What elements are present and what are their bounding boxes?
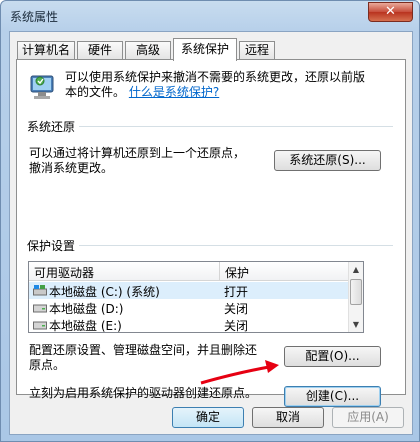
apply-button: 应用(A): [332, 407, 404, 428]
drive-list-header: 可用驱动器 保护: [29, 262, 363, 281]
drive-row-c[interactable]: 本地磁盘 (C:) (系统) 打开: [29, 282, 349, 299]
cancel-button[interactable]: 取消: [252, 407, 324, 428]
tab-hardware[interactable]: 硬件: [77, 41, 123, 60]
close-icon: ✕: [385, 4, 396, 19]
drive-name: 本地磁盘 (D:): [49, 302, 124, 316]
drive-protection-status: 关闭: [224, 302, 249, 316]
tab-advanced[interactable]: 高级: [125, 41, 171, 60]
drive-protection-status: 关闭: [224, 319, 249, 333]
drive-row-d[interactable]: 本地磁盘 (D:) 关闭: [29, 299, 349, 316]
restore-description-line1: 可以通过将计算机还原到上一个还原点，: [29, 146, 246, 160]
protection-group-line: [27, 245, 393, 246]
what-is-system-protection-link[interactable]: 什么是系统保护?: [129, 85, 219, 99]
scroll-thumb[interactable]: [350, 279, 362, 305]
restore-group-line: [27, 126, 393, 127]
window-title: 系统属性: [10, 10, 59, 24]
restore-description-line2: 撤消系统更改。: [29, 161, 114, 175]
scroll-up-icon[interactable]: ▲: [349, 262, 363, 277]
drive-name: 本地磁盘 (C:) (系统): [49, 285, 160, 299]
drive-protection-status: 打开: [224, 285, 249, 299]
scroll-down-icon[interactable]: ▼: [349, 317, 363, 332]
drive-row-e[interactable]: 本地磁盘 (E:) 关闭: [29, 316, 349, 333]
title-bar[interactable]: 系统属性 ✕: [1, 1, 419, 31]
column-separator: [219, 262, 220, 281]
hard-drive-icon: [33, 319, 47, 330]
restore-group-title: 系统还原: [27, 118, 80, 135]
system-properties-window: 系统属性 ✕ 计算机名 硬件 高级 系统保护 远程 可以使用系统保护来撤消不需要…: [0, 0, 420, 442]
create-button[interactable]: 创建(C)...: [284, 386, 381, 407]
column-available-drives[interactable]: 可用驱动器: [34, 264, 94, 281]
drive-list[interactable]: 可用驱动器 保护 本地磁盘 (C:) (系统) 打开 本地磁盘 (D:) 关闭 …: [28, 261, 364, 333]
close-button[interactable]: ✕: [368, 2, 413, 22]
tab-remote[interactable]: 远程: [239, 41, 275, 60]
system-restore-button[interactable]: 系统还原(S)...: [274, 150, 381, 171]
annotation-arrow-icon: [200, 360, 279, 385]
system-protection-icon: [27, 70, 61, 104]
system-protection-panel: 可以使用系统保护来撤消不需要的系统更改，还原以前版 本的文件。 什么是系统保护?…: [16, 59, 406, 407]
ok-button[interactable]: 确定: [172, 407, 244, 428]
drive-name: 本地磁盘 (E:): [49, 319, 122, 333]
configure-button[interactable]: 配置(O)...: [284, 346, 381, 367]
hard-drive-icon: [33, 302, 47, 313]
column-protection[interactable]: 保护: [225, 264, 249, 281]
tab-computer-name[interactable]: 计算机名: [17, 41, 75, 60]
system-drive-icon: [33, 285, 47, 296]
intro-text-line1: 可以使用系统保护来撤消不需要的系统更改，还原以前版: [65, 70, 366, 84]
intro-text-line2: 本的文件。: [65, 85, 126, 99]
tab-system-protection[interactable]: 系统保护: [173, 38, 237, 61]
protection-group-title: 保护设置: [27, 237, 80, 254]
drive-list-scrollbar[interactable]: ▲ ▼: [348, 262, 363, 332]
